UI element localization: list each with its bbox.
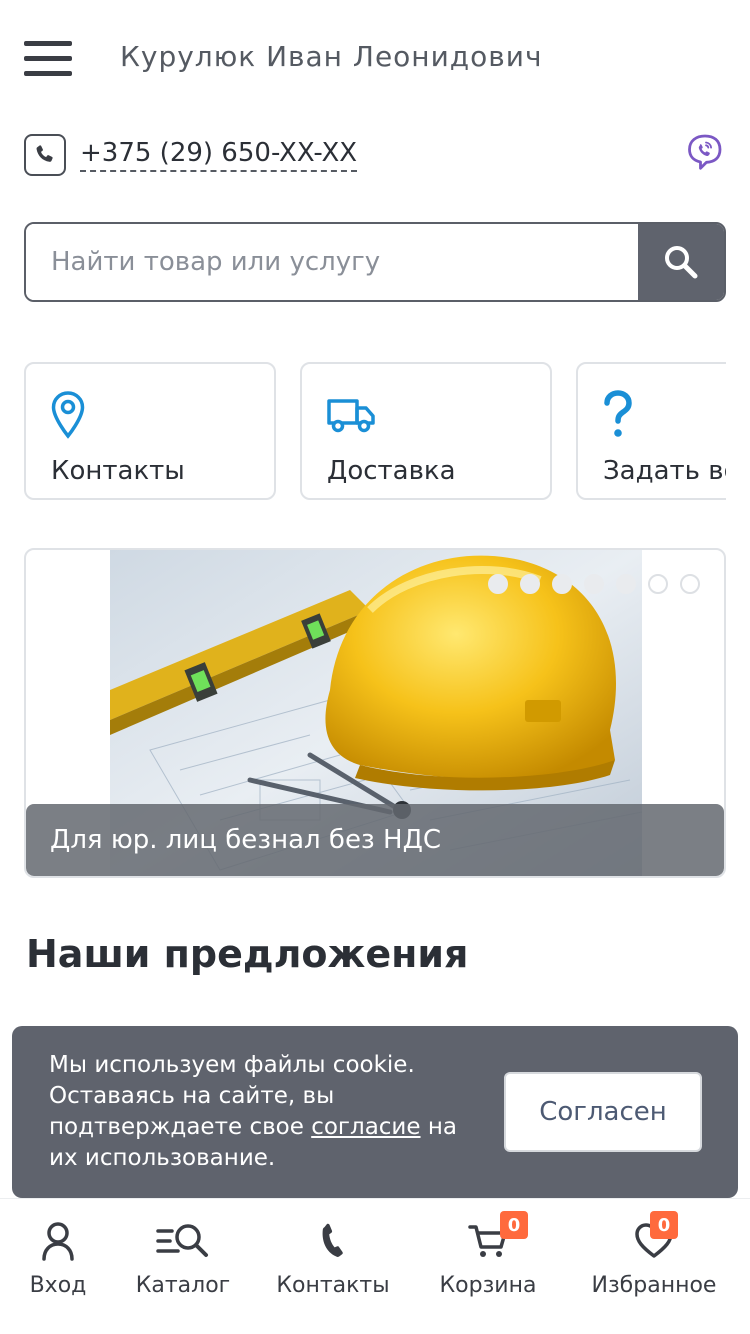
- nav-label: Каталог: [135, 1273, 231, 1298]
- phone-icon: [270, 1217, 396, 1265]
- slider-dot[interactable]: [488, 574, 508, 594]
- search-button[interactable]: [638, 224, 724, 300]
- tile-ask-question[interactable]: Задать вопрос: [576, 362, 726, 500]
- nav-favorites[interactable]: 0 Избранное: [586, 1211, 722, 1317]
- slider-dot[interactable]: [616, 574, 636, 594]
- nav-contacts[interactable]: Контакты: [270, 1217, 396, 1317]
- shop-name[interactable]: Курулюк Иван Леонидович: [120, 40, 543, 73]
- catalog-search-icon: [130, 1217, 236, 1265]
- header: Курулюк Иван Леонидович: [0, 0, 750, 120]
- phone-row: +375 (29) 650-XX-XX: [24, 134, 726, 178]
- search-input[interactable]: [26, 224, 638, 300]
- question-icon: [602, 390, 634, 440]
- hamburger-menu-icon[interactable]: [24, 40, 72, 80]
- phone-icon: [24, 134, 66, 176]
- section-title: Наши предложения: [26, 932, 469, 976]
- viber-icon[interactable]: [684, 132, 726, 174]
- cookie-notice: Мы используем файлы cookie. Оставаясь на…: [12, 1026, 738, 1198]
- slider-dots: [488, 574, 700, 594]
- consent-link[interactable]: согласие: [311, 1114, 420, 1140]
- cookie-accept-button[interactable]: Согласен: [504, 1072, 702, 1152]
- slider-dot[interactable]: [680, 574, 700, 594]
- search-icon: [665, 246, 698, 279]
- menu-bar: [24, 71, 72, 76]
- phone-number-link[interactable]: +375 (29) 650-XX-XX: [80, 138, 358, 172]
- favorites-count-badge: 0: [650, 1211, 678, 1239]
- cart-count-badge: 0: [500, 1211, 528, 1239]
- location-pin-icon: [50, 390, 86, 440]
- banner-caption: Для юр. лиц безнал без НДС: [26, 804, 724, 876]
- nav-login[interactable]: Вход: [20, 1217, 96, 1317]
- menu-bar: [24, 41, 72, 46]
- heart-icon: 0: [586, 1211, 722, 1265]
- slider-dot[interactable]: [584, 574, 604, 594]
- cookie-text: Мы используем файлы cookie. Оставаясь на…: [49, 1050, 489, 1174]
- nav-cart[interactable]: 0 Корзина: [436, 1211, 540, 1317]
- user-icon: [20, 1217, 96, 1265]
- tile-label: Задать вопрос: [603, 456, 726, 486]
- tile-contacts[interactable]: Контакты: [24, 362, 276, 500]
- tile-delivery[interactable]: Доставка: [300, 362, 552, 500]
- quick-links: Контакты Доставка Задать вопрос: [24, 362, 726, 500]
- nav-label: Контакты: [276, 1273, 390, 1298]
- nav-label: Избранное: [591, 1273, 717, 1298]
- slider-dot[interactable]: [648, 574, 668, 594]
- tile-label: Доставка: [327, 456, 456, 486]
- nav-catalog[interactable]: Каталог: [130, 1217, 236, 1317]
- nav-label: Вход: [29, 1273, 87, 1298]
- menu-bar: [24, 56, 72, 61]
- search-bar: [24, 222, 726, 302]
- slider-dot[interactable]: [552, 574, 572, 594]
- cart-icon: 0: [436, 1211, 540, 1265]
- tile-label: Контакты: [51, 456, 185, 486]
- nav-label: Корзина: [439, 1273, 537, 1298]
- slider-dot[interactable]: [520, 574, 540, 594]
- promo-banner[interactable]: Для юр. лиц безнал без НДС: [24, 548, 726, 878]
- truck-icon: [326, 390, 376, 440]
- bottom-nav: Вход Каталог Контакты 0 Корзина 0 Избран…: [0, 1198, 750, 1334]
